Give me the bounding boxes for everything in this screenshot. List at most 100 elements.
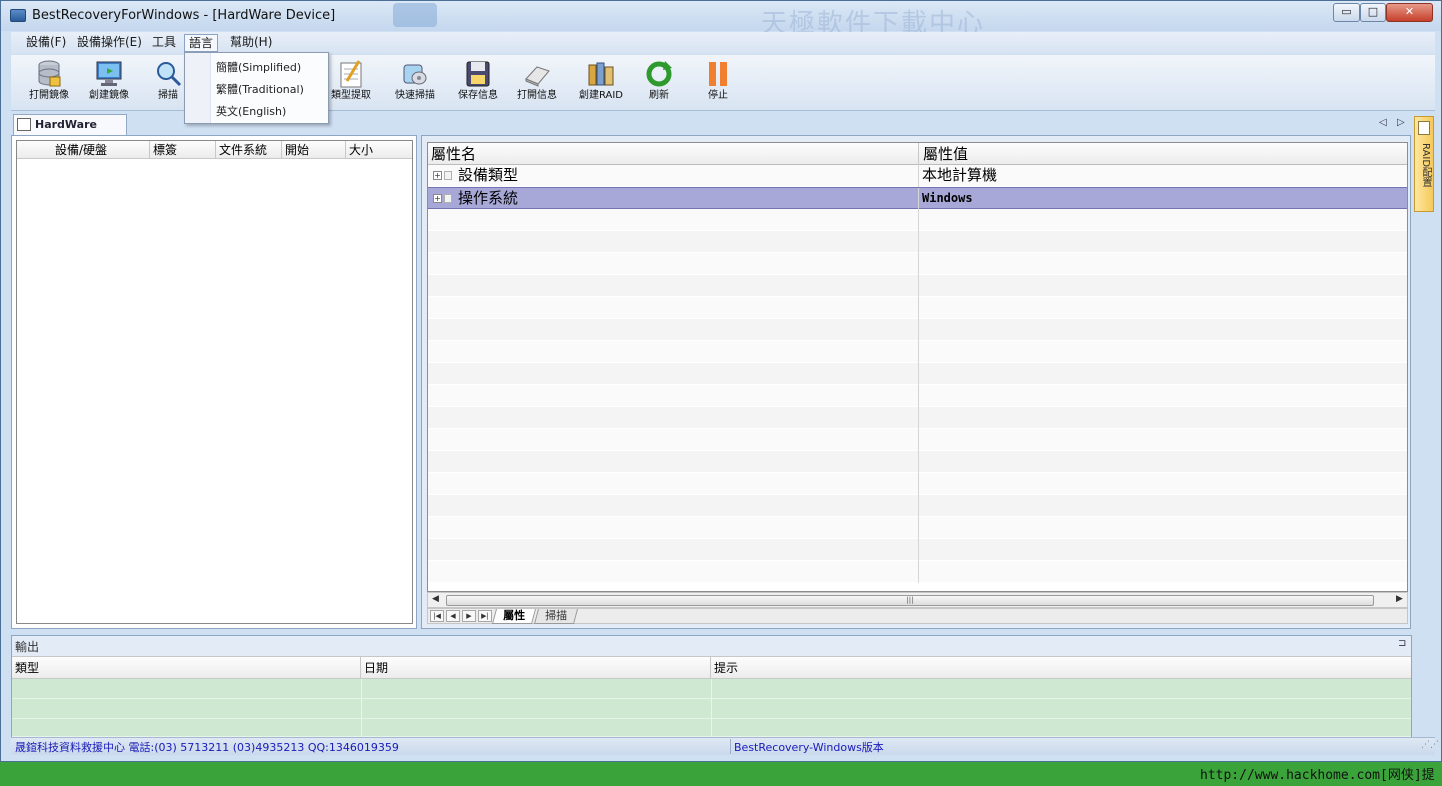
property-row-empty[interactable] [428,209,1407,231]
property-name-cell [428,473,919,495]
tool-label: 刷新 [649,90,669,101]
tab-scroll-left-icon[interactable]: ◁ [1379,117,1387,128]
raid-config-panel-tab[interactable]: RAID配置 [1414,116,1434,212]
lang-option-traditional[interactable]: 繁體(Traditional) [216,81,304,97]
save-info-button[interactable]: 保存信息 [448,57,508,109]
tab-scroll-right-icon[interactable]: ▷ [1397,117,1405,128]
menu-device[interactable]: 設備(F) [22,34,70,52]
property-row-empty[interactable] [428,231,1407,253]
property-row-empty[interactable] [428,363,1407,385]
minimize-button[interactable]: ▭ [1333,3,1360,22]
side-strip-label: RAID配置 [1420,143,1431,188]
property-row-empty[interactable] [428,429,1407,451]
tab-hardware-device[interactable]: HardWare Device [13,114,127,150]
pause-icon [709,62,727,86]
open-image-button[interactable]: 打開鏡像 [19,57,79,109]
refresh-button[interactable]: 刷新 [629,57,689,109]
prev-sheet-icon[interactable]: ◀ [446,610,460,622]
lang-option-english[interactable]: 英文(English) [216,103,286,119]
menu-device-operations[interactable]: 設備操作(E) [73,34,146,52]
property-value-cell [920,297,1407,319]
property-row-empty[interactable] [428,385,1407,407]
scroll-left-icon[interactable]: ◀ [432,594,439,604]
property-name-cell [428,385,919,407]
property-row-empty[interactable] [428,319,1407,341]
last-sheet-icon[interactable]: ▶| [478,610,492,622]
property-rows: + 設備類型 本地計算機 + 操作系統 Windows [428,165,1407,583]
property-row-empty[interactable] [428,561,1407,583]
column-device[interactable]: 設備/硬盤 [17,141,150,159]
column-date[interactable]: 日期 [361,657,711,679]
property-row-empty[interactable] [428,517,1407,539]
title-bar[interactable]: BestRecoveryForWindows - [HardWare Devic… [1,1,1441,39]
create-image-button[interactable]: 創建鏡像 [79,57,139,109]
property-name-cell: + 設備類型 [428,165,919,187]
type-extract-button[interactable]: 類型提取 [321,57,381,109]
property-value-cell [920,451,1407,473]
column-size[interactable]: 大小 [346,141,412,159]
output-row[interactable] [12,699,1411,719]
tab-scan[interactable]: 掃描 [533,609,579,624]
property-row-empty[interactable] [428,473,1407,495]
status-contact-info: 晟鍹科技資料救援中心 電話:(03) 5713211 (03)4935213 Q… [15,741,399,754]
property-row-empty[interactable] [428,407,1407,429]
raid-icon [588,62,614,86]
device-table[interactable]: 設備/硬盤 標簽 文件系統 開始 大小 [16,140,413,624]
property-row-empty[interactable] [428,275,1407,297]
property-value-cell: 本地計算機 [922,166,998,184]
next-sheet-icon[interactable]: ▶ [462,610,476,622]
menu-tools[interactable]: 工具 [148,34,180,52]
property-node-icon [444,194,452,203]
property-grid[interactable]: 屬性名 屬性值 + 設備類型 本地計算機 + 操作系統 Windows [427,142,1408,592]
property-row-empty[interactable] [428,297,1407,319]
dropdown-icon-strip [185,53,211,123]
property-name-cell [428,561,919,583]
tool-label: 停止 [708,90,728,101]
column-label[interactable]: 標簽 [150,141,216,159]
expand-icon[interactable]: + [433,194,442,203]
create-raid-button[interactable]: 創建RAID [571,57,631,109]
property-row-empty[interactable] [428,341,1407,363]
status-divider [730,739,731,754]
column-start[interactable]: 開始 [282,141,346,159]
first-sheet-icon[interactable]: |◀ [430,610,444,622]
output-row[interactable] [12,719,1411,739]
property-value-cell [920,539,1407,561]
lang-option-simplified[interactable]: 簡體(Simplified) [216,59,301,75]
open-info-button[interactable]: 打開信息 [507,57,567,109]
property-value-cell [920,231,1407,253]
expand-icon[interactable]: + [433,171,442,180]
pin-icon[interactable]: ⊐ [1398,638,1406,649]
output-row[interactable] [12,679,1411,699]
maximize-button[interactable]: □ [1360,3,1386,22]
close-button[interactable]: ✕ [1386,3,1433,22]
property-row[interactable]: + 設備類型 本地計算機 [428,165,1407,187]
property-name-cell [428,363,919,385]
property-node-icon [444,171,452,180]
property-name-cell [428,407,919,429]
property-name-cell [428,429,919,451]
refresh-icon [646,61,672,87]
notepad-icon [1418,121,1430,135]
column-type[interactable]: 類型 [12,657,361,679]
quick-scan-button[interactable]: 快速掃描 [385,57,445,109]
column-filesystem[interactable]: 文件系統 [216,141,282,159]
property-row-empty[interactable] [428,539,1407,561]
horizontal-scrollbar[interactable]: ◀ ||| ▶ [427,592,1408,608]
property-row[interactable]: + 操作系統 Windows [428,187,1407,210]
menu-language[interactable]: 語言 [184,34,219,52]
column-property-value[interactable]: 屬性值 [920,143,968,165]
tab-properties[interactable]: 屬性 [491,609,537,624]
property-value-cell: Windows [922,191,973,205]
column-hint[interactable]: 提示 [711,657,1411,679]
menu-help[interactable]: 幫助(H) [226,34,276,52]
database-icon [38,60,61,87]
property-row-empty[interactable] [428,495,1407,517]
property-row-empty[interactable] [428,253,1407,275]
stop-button[interactable]: 停止 [688,57,748,109]
scroll-right-icon[interactable]: ▶ [1396,594,1403,604]
scrollbar-thumb[interactable]: ||| [446,595,1374,606]
resize-grip-icon[interactable]: ⋰⋰ [1421,740,1439,750]
column-property-name[interactable]: 屬性名 [428,143,919,165]
property-row-empty[interactable] [428,451,1407,473]
